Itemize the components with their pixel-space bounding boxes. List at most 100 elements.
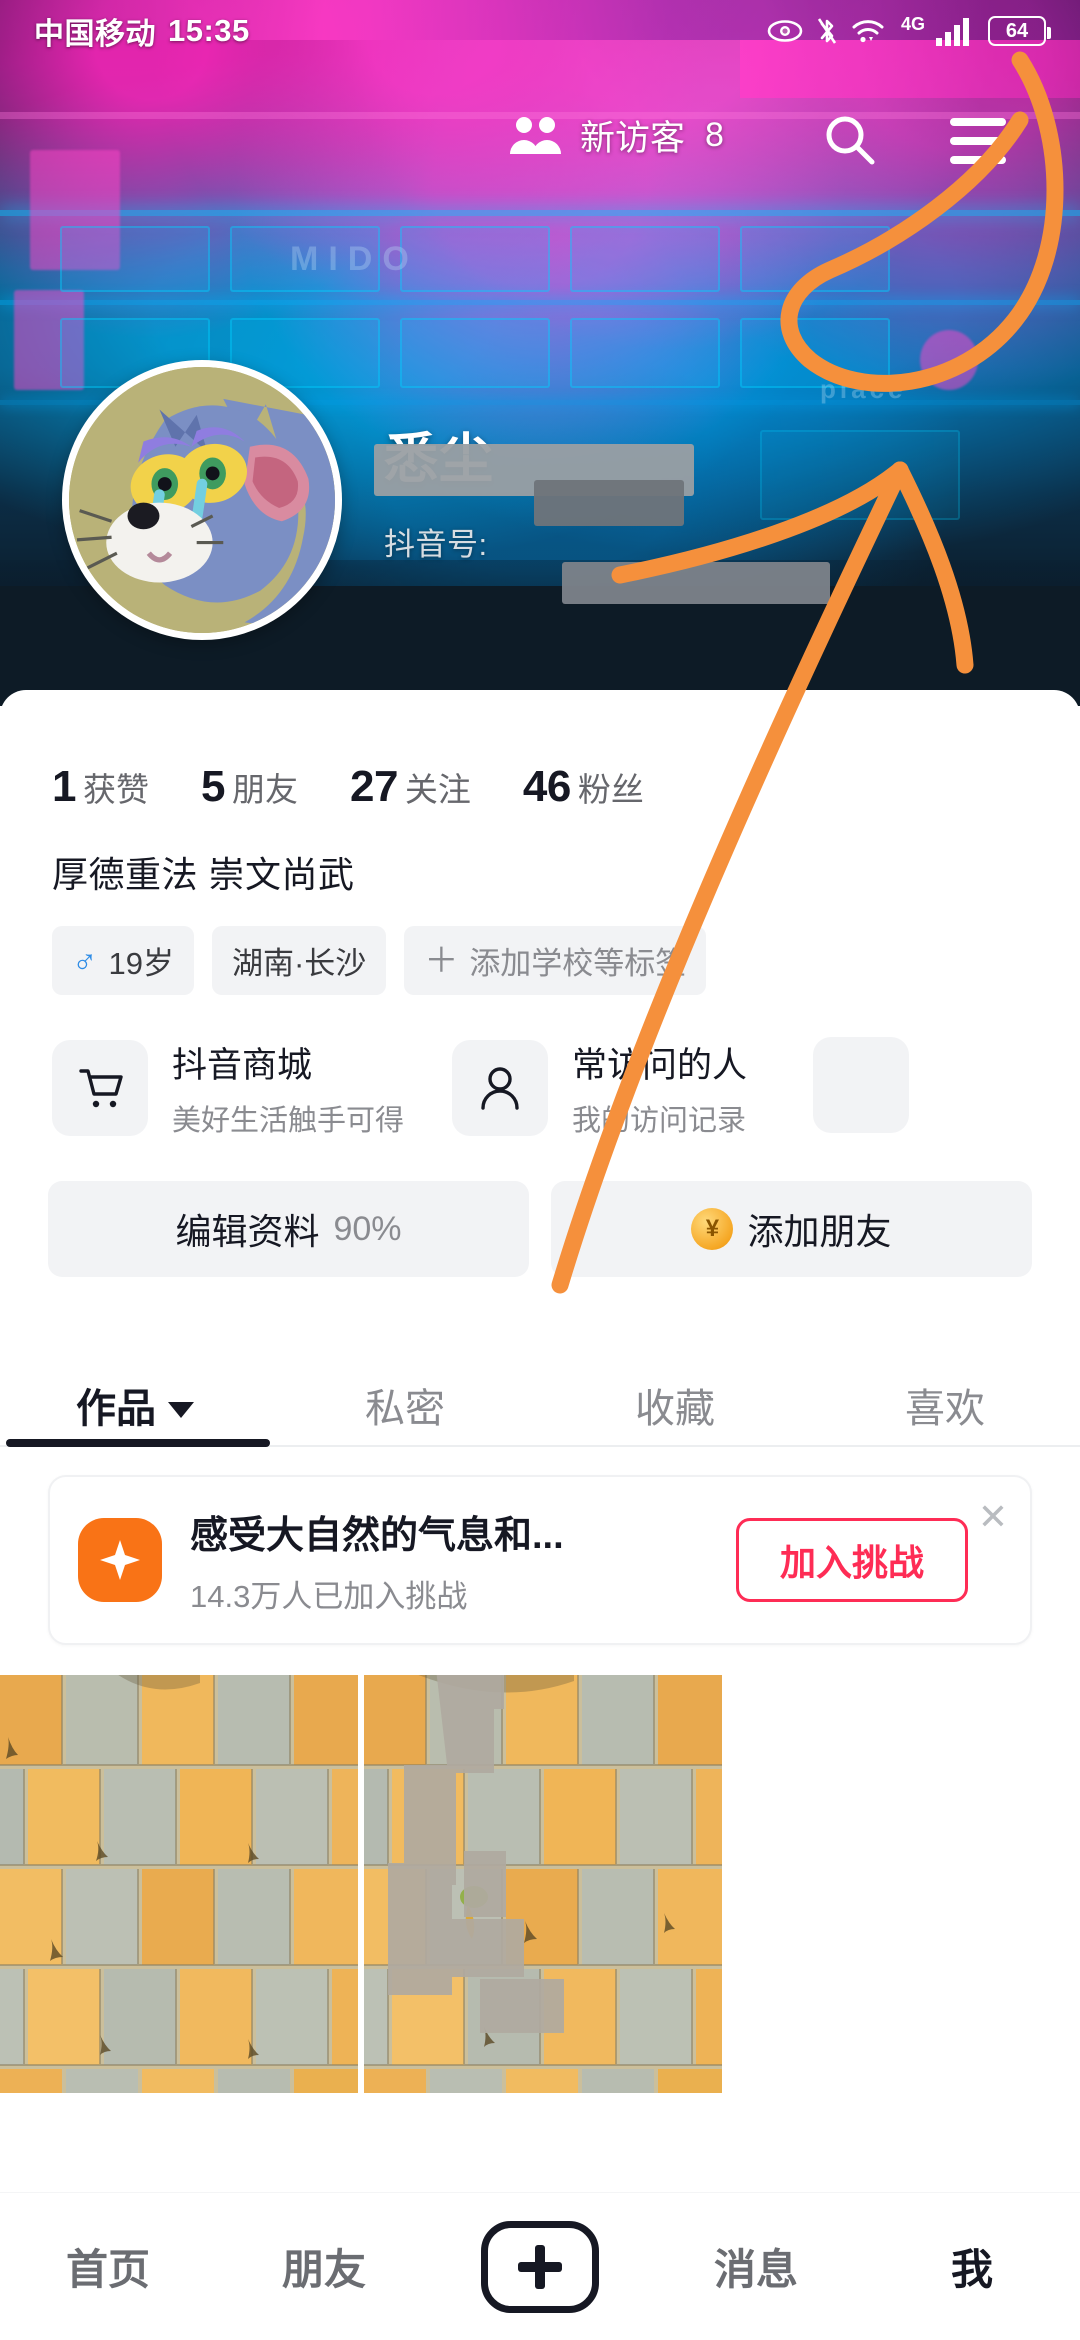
- stat-label: 关注: [404, 771, 471, 808]
- redaction-block: [534, 480, 684, 526]
- plus-create-icon: [481, 2220, 599, 2313]
- bottom-nav-create[interactable]: [432, 2220, 648, 2313]
- tags-row: ♂ 19岁 湖南·长沙 ＋ 添加学校等标签: [0, 898, 1080, 995]
- shortcut-title: 常访问的人: [572, 1046, 748, 1085]
- profile-top-nav: 新访客 8: [0, 92, 1080, 178]
- clock-label: 15:35: [168, 13, 250, 48]
- cartoon-cat-avatar-icon: [69, 367, 335, 633]
- add-friend-button[interactable]: ¥ 添加朋友: [551, 1181, 1032, 1277]
- stats-row: 1 获赞 5 朋友 27 关注 46 粉丝: [0, 690, 1080, 812]
- tab-label: 作品: [76, 1387, 156, 1431]
- cover-neon-band: [0, 210, 1080, 216]
- tab-works[interactable]: 作品: [0, 1363, 270, 1447]
- male-icon: ♂: [72, 941, 98, 980]
- add-friend-label: 添加朋友: [747, 1211, 892, 1252]
- cover-detail: [60, 226, 210, 292]
- shortcut-subtitle: 美好生活触手可得: [172, 1105, 405, 1137]
- plus-icon: ＋: [424, 941, 459, 980]
- hamburger-menu-icon: [950, 137, 1006, 145]
- network-type-label: 4G: [900, 13, 925, 34]
- video-thumbnail-1[interactable]: [0, 1675, 358, 2093]
- tag-label: 19岁: [108, 946, 174, 981]
- hamburger-menu-button[interactable]: [950, 118, 1006, 164]
- eye-icon: [767, 19, 803, 43]
- stat-following[interactable]: 27 关注: [350, 762, 471, 812]
- stat-followers[interactable]: 46 粉丝: [523, 762, 644, 812]
- stat-likes[interactable]: 1 获赞: [52, 762, 149, 812]
- bottom-nav-friends[interactable]: 朋友: [216, 2236, 432, 2297]
- tab-collections[interactable]: 收藏: [540, 1363, 810, 1447]
- shortcut-mall[interactable]: 抖音商城 美好生活触手可得: [52, 1037, 404, 1139]
- stat-label: 朋友: [231, 771, 298, 808]
- shopping-cart-icon: [52, 1040, 148, 1136]
- action-buttons-row: 编辑资料 90% ¥ 添加朋友: [0, 1139, 1080, 1277]
- bio-text[interactable]: 厚德重法 崇文尚武: [0, 812, 1080, 898]
- tab-label: 收藏: [635, 1387, 715, 1431]
- stat-value: 1: [52, 762, 76, 811]
- bottom-nav-home[interactable]: 首页: [0, 2236, 216, 2297]
- tag-location[interactable]: 湖南·长沙: [211, 926, 387, 995]
- bottom-nav-label: 消息: [713, 2246, 798, 2293]
- tab-likes[interactable]: 喜欢: [810, 1363, 1080, 1447]
- tag-age[interactable]: ♂ 19岁: [52, 926, 194, 995]
- battery-percent-label: 64: [1005, 19, 1029, 42]
- tag-label: 添加学校等标签: [469, 946, 687, 981]
- video-grid: [0, 1675, 1080, 2093]
- video-thumbnail-2[interactable]: [364, 1675, 722, 2093]
- stat-label: 获赞: [82, 771, 149, 808]
- tiled-pavement-art: [0, 1675, 358, 2093]
- cover-detail: [570, 318, 720, 388]
- hamburger-menu-icon: [950, 118, 1006, 126]
- status-bar-right: 4G 64: [767, 13, 1051, 46]
- shortcut-text: 抖音商城 美好生活触手可得: [172, 1037, 404, 1139]
- wifi-icon: [851, 17, 885, 45]
- cover-detail: [920, 330, 978, 390]
- person-icon: [452, 1040, 549, 1136]
- battery-indicator: 64: [988, 16, 1051, 46]
- cover-detail: [760, 430, 960, 520]
- redaction-block: [562, 562, 830, 604]
- avatar[interactable]: [62, 360, 342, 640]
- edit-profile-button[interactable]: 编辑资料 90%: [48, 1181, 529, 1277]
- join-challenge-button[interactable]: 加入挑战: [736, 1518, 968, 1602]
- tab-active-underline: [6, 1439, 270, 1447]
- new-visitors-button[interactable]: 新访客 8: [506, 92, 724, 178]
- shortcut-partial-card[interactable]: [813, 1037, 910, 1133]
- douyin-id-label: 抖音号:: [384, 527, 488, 563]
- bottom-navigation: 首页 朋友 消息 我: [0, 2192, 1080, 2340]
- bottom-nav-messages[interactable]: 消息: [648, 2236, 864, 2297]
- shortcut-frequent-visitors[interactable]: 常访问的人 我的访问记录: [452, 1037, 747, 1139]
- profile-name-block: 悉尘 抖音号:: [374, 429, 830, 604]
- chevron-down-icon: [168, 1402, 194, 1418]
- tag-label: 湖南·长沙: [231, 946, 367, 981]
- cover-detail-text: MIDO: [290, 240, 419, 278]
- cover-detail: [400, 226, 550, 292]
- challenge-banner[interactable]: 感受大自然的气息和... 14.3万人已加入挑战 加入挑战 ✕: [48, 1475, 1032, 1645]
- bottom-nav-label: 朋友: [281, 2246, 366, 2293]
- bottom-nav-me[interactable]: 我: [864, 2236, 1080, 2297]
- tab-private[interactable]: 私密: [270, 1363, 540, 1447]
- people-icon: [506, 112, 564, 158]
- bottom-nav-label: 我: [950, 2246, 993, 2293]
- stat-value: 5: [200, 762, 225, 811]
- signal-bars-icon: [935, 16, 975, 46]
- tiled-pavement-art: [364, 1675, 722, 2093]
- status-bar: 中国移动 15:35 4G 64: [0, 0, 1080, 62]
- carrier-label: 中国移动: [34, 18, 156, 51]
- content-tabs: 作品 私密 收藏 喜欢: [0, 1339, 1080, 1447]
- cover-detail: [400, 318, 550, 388]
- hamburger-menu-icon: [950, 156, 1006, 164]
- close-icon[interactable]: ✕: [978, 1499, 1008, 1535]
- search-button[interactable]: [820, 110, 880, 175]
- edit-profile-percent: 90%: [333, 1209, 402, 1248]
- shortcut-text: 常访问的人 我的访问记录: [572, 1037, 747, 1139]
- bottom-nav-label: 首页: [65, 2246, 150, 2293]
- shortcut-title: 抖音商城: [172, 1046, 313, 1085]
- coin-yen-icon: ¥: [691, 1208, 734, 1250]
- stat-friends[interactable]: 5 朋友: [201, 762, 298, 812]
- tag-add-school[interactable]: ＋ 添加学校等标签: [404, 926, 707, 995]
- shortcut-subtitle: 我的访问记录: [572, 1105, 747, 1137]
- stat-value: 27: [349, 762, 398, 811]
- edit-profile-label: 编辑资料: [175, 1211, 320, 1252]
- sparkle-badge-icon: [78, 1518, 162, 1602]
